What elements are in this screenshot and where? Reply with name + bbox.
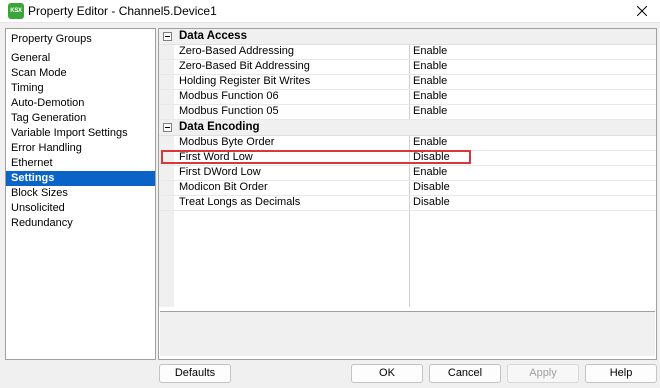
- property-value[interactable]: Enable: [413, 59, 447, 74]
- title-bar[interactable]: KSX Property Editor - Channel5.Device1: [0, 0, 660, 23]
- property-name: First DWord Low: [179, 166, 261, 178]
- property-value[interactable]: Enable: [413, 44, 447, 59]
- property-groups-header: Property Groups: [11, 33, 92, 45]
- app-icon: KSX: [8, 3, 24, 19]
- sidebar-item-ethernet[interactable]: Ethernet: [6, 156, 155, 171]
- property-grid: Data Access Zero-Based Addressing Enable…: [159, 29, 656, 307]
- close-icon: [637, 6, 647, 16]
- sidebar-item-scan-mode[interactable]: Scan Mode: [6, 66, 155, 81]
- property-row[interactable]: First DWord Low Enable: [159, 165, 656, 181]
- property-value[interactable]: Enable: [413, 74, 447, 89]
- sidebar-item-variable-import-settings[interactable]: Variable Import Settings: [6, 126, 155, 141]
- property-description-area: [160, 311, 655, 356]
- property-name: Modbus Function 05: [179, 105, 279, 117]
- property-name: Modbus Function 06: [179, 90, 279, 102]
- collapse-icon[interactable]: [163, 32, 172, 41]
- sidebar-item-block-sizes[interactable]: Block Sizes: [6, 186, 155, 201]
- cancel-button[interactable]: Cancel: [429, 364, 501, 383]
- property-row[interactable]: First Word Low Disable: [159, 150, 656, 166]
- property-value[interactable]: Enable: [413, 104, 447, 119]
- close-button[interactable]: [624, 0, 660, 22]
- property-name: Treat Longs as Decimals: [179, 196, 301, 208]
- property-value[interactable]: Enable: [413, 89, 447, 104]
- property-editor-window: KSX Property Editor - Channel5.Device1 P…: [0, 0, 660, 388]
- property-name: Zero-Based Bit Addressing: [179, 60, 310, 72]
- property-row[interactable]: Modbus Byte Order Enable: [159, 135, 656, 151]
- property-name: Holding Register Bit Writes: [179, 75, 311, 87]
- property-name: Zero-Based Addressing: [179, 45, 294, 57]
- ok-button[interactable]: OK: [351, 364, 423, 383]
- property-value[interactable]: Disable: [413, 150, 450, 165]
- property-row[interactable]: Modbus Function 05 Enable: [159, 104, 656, 120]
- apply-button[interactable]: Apply: [507, 364, 579, 383]
- property-value[interactable]: Disable: [413, 195, 450, 210]
- property-row[interactable]: Holding Register Bit Writes Enable: [159, 74, 656, 90]
- sidebar-item-settings[interactable]: Settings: [6, 171, 155, 186]
- sidebar-item-unsolicited[interactable]: Unsolicited: [6, 201, 155, 216]
- window-title: Property Editor - Channel5.Device1: [28, 4, 217, 18]
- property-value[interactable]: Enable: [413, 135, 447, 150]
- property-row[interactable]: Treat Longs as Decimals Disable: [159, 195, 656, 211]
- sidebar-item-redundancy[interactable]: Redundancy: [6, 216, 155, 231]
- sidebar-item-general[interactable]: General: [6, 51, 155, 66]
- property-value[interactable]: Disable: [413, 180, 450, 195]
- property-name: Modicon Bit Order: [179, 181, 268, 193]
- property-groups-list[interactable]: Property Groups General Scan Mode Timing…: [5, 28, 156, 360]
- group-data-access[interactable]: Data Access: [159, 29, 656, 45]
- property-name: First Word Low: [179, 151, 253, 163]
- sidebar-item-tag-generation[interactable]: Tag Generation: [6, 111, 155, 126]
- sidebar-item-error-handling[interactable]: Error Handling: [6, 141, 155, 156]
- property-value[interactable]: Enable: [413, 165, 447, 180]
- property-name: Modbus Byte Order: [179, 136, 275, 148]
- property-row[interactable]: Modicon Bit Order Disable: [159, 180, 656, 196]
- help-button[interactable]: Help: [585, 364, 657, 383]
- sidebar-item-auto-demotion[interactable]: Auto-Demotion: [6, 96, 155, 111]
- property-grid-panel: Data Access Zero-Based Addressing Enable…: [158, 28, 657, 360]
- group-label: Data Access: [179, 30, 247, 42]
- property-row[interactable]: Zero-Based Addressing Enable: [159, 44, 656, 60]
- defaults-button[interactable]: Defaults: [159, 364, 231, 383]
- collapse-icon[interactable]: [163, 123, 172, 132]
- property-row[interactable]: Modbus Function 06 Enable: [159, 89, 656, 105]
- group-data-encoding[interactable]: Data Encoding: [159, 120, 656, 136]
- sidebar-item-timing[interactable]: Timing: [6, 81, 155, 96]
- property-row[interactable]: Zero-Based Bit Addressing Enable: [159, 59, 656, 75]
- group-label: Data Encoding: [179, 121, 260, 133]
